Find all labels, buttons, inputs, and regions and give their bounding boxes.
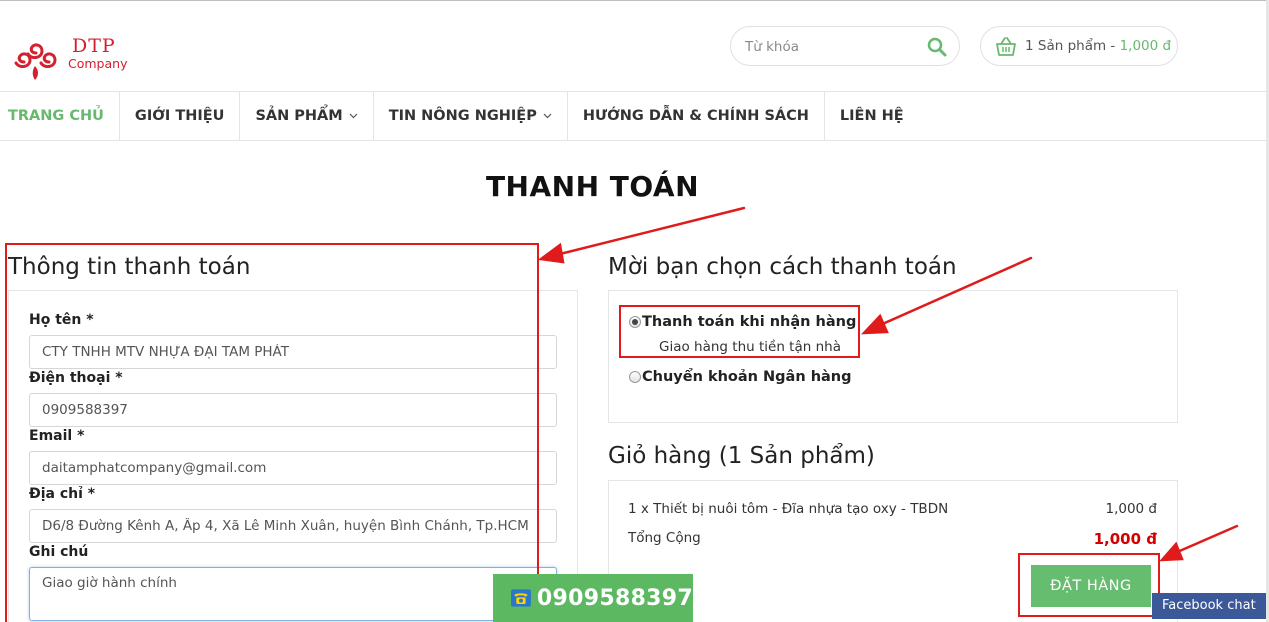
site-logo[interactable]: DTP Company xyxy=(8,26,248,82)
total-label: Tổng Cộng xyxy=(628,530,701,546)
nav-item-contact[interactable]: LIÊN HỆ xyxy=(825,92,919,140)
cod-annotation-box xyxy=(619,305,860,358)
nav-item-label: TRANG CHỦ xyxy=(8,108,104,124)
search-input[interactable] xyxy=(745,37,915,57)
nav-item-products[interactable]: SẢN PHẨM xyxy=(240,92,374,140)
nav-item-guide-policy[interactable]: HƯỚNG DẪN & CHÍNH SÁCH xyxy=(568,92,825,140)
payment-section-title: Mời bạn chọn cách thanh toán xyxy=(608,254,957,280)
logo-spiral-icon xyxy=(14,43,57,80)
nav-item-about[interactable]: GIỚI THIỆU xyxy=(120,92,241,140)
cart-count: 1 Sản phẩm - xyxy=(1025,38,1120,54)
window-top-border xyxy=(0,0,1269,1)
cart-item-name: 1 x Thiết bị nuôi tôm - Đĩa nhựa tạo oxy… xyxy=(628,501,949,517)
arrow-head xyxy=(537,242,565,264)
facebook-chat-button[interactable]: Facebook chat xyxy=(1152,593,1266,619)
call-now-button[interactable]: 0909588397 xyxy=(493,574,693,622)
cart-summary: 1 Sản phẩm - 1,000 đ xyxy=(1025,38,1171,54)
chevron-down-icon xyxy=(349,113,358,119)
logo-subtitle: Company xyxy=(68,56,128,71)
chevron-down-icon xyxy=(543,113,552,119)
nav-item-agri-news[interactable]: TIN NÔNG NGHIỆP xyxy=(374,92,568,140)
nav-divider xyxy=(0,140,1266,141)
arrow-line xyxy=(1173,524,1239,555)
payment-bank-label[interactable]: Chuyển khoản Ngân hàng xyxy=(642,369,852,385)
header-cart-button[interactable]: 1 Sản phẩm - 1,000 đ xyxy=(980,26,1178,66)
nav-item-label: TIN NÔNG NGHIỆP xyxy=(388,108,537,124)
search-icon[interactable] xyxy=(927,37,947,57)
order-annotation-box xyxy=(1018,553,1160,617)
arrow-line xyxy=(554,206,746,257)
payment-bank-radio[interactable] xyxy=(629,371,641,383)
hotline-number: 0909588397 xyxy=(536,585,693,611)
nav-item-label: SẢN PHẨM xyxy=(255,108,343,124)
logo-name: DTP xyxy=(72,35,116,57)
billing-annotation-box xyxy=(5,243,539,622)
cart-item-price: 1,000 đ xyxy=(1105,501,1157,517)
search-box xyxy=(730,26,960,66)
page-title: THANH TOÁN xyxy=(485,170,700,203)
nav-item-home[interactable]: TRANG CHỦ xyxy=(0,92,120,140)
nav-item-label: GIỚI THIỆU xyxy=(134,108,225,124)
phone-icon xyxy=(511,589,531,607)
cart-section-title: Giỏ hàng (1 Sản phẩm) xyxy=(608,443,875,469)
cart-price: 1,000 đ xyxy=(1119,38,1172,54)
basket-icon xyxy=(995,36,1017,58)
main-nav: TRANG CHỦ GIỚI THIỆU SẢN PHẨM TIN NÔNG N… xyxy=(0,92,919,140)
nav-item-label: LIÊN HỆ xyxy=(839,108,904,124)
total-value: 1,000 đ xyxy=(1093,530,1157,548)
nav-item-label: HƯỚNG DẪN & CHÍNH SÁCH xyxy=(582,108,809,124)
